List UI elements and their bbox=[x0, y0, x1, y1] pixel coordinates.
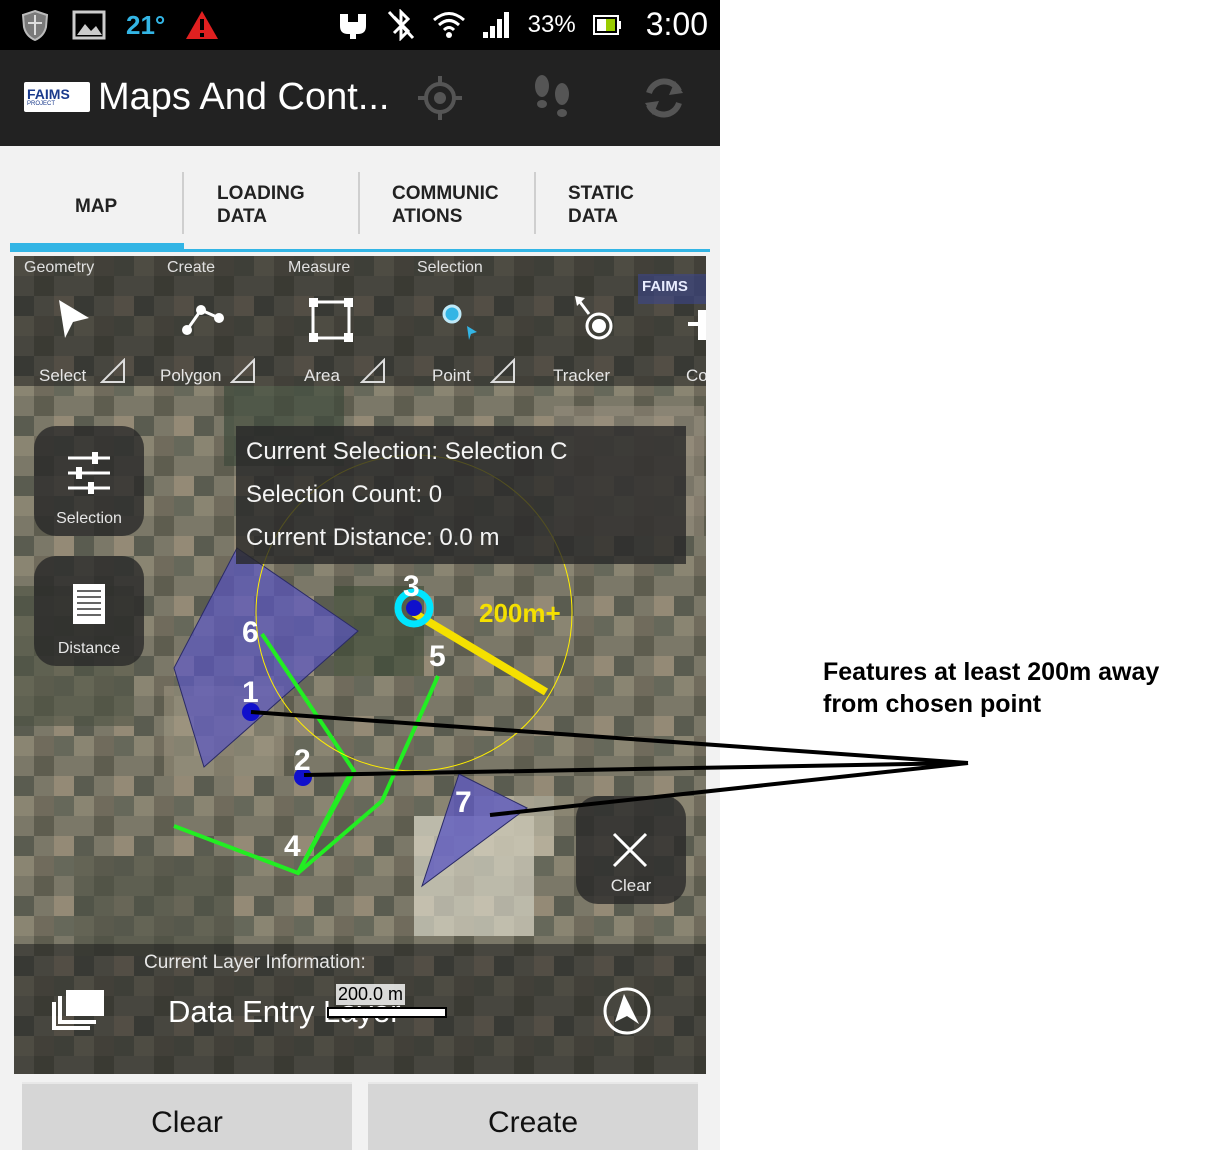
list-icon bbox=[73, 584, 105, 624]
selection-button-label: Selection bbox=[56, 510, 122, 527]
clear-button[interactable]: Clear bbox=[22, 1082, 352, 1150]
footsteps-icon[interactable] bbox=[526, 72, 578, 124]
tool-config[interactable]: Co bbox=[664, 294, 706, 386]
tab-map-label: MAP bbox=[75, 196, 118, 217]
app-title: Maps And Cont... bbox=[98, 76, 390, 118]
tool-polygon-label: Polygon bbox=[160, 366, 222, 385]
map-clear-button[interactable]: Clear bbox=[576, 796, 686, 904]
scale-bar: 200.0 m bbox=[326, 982, 448, 1020]
sliders-icon bbox=[68, 452, 110, 494]
tool-tracker[interactable]: Tracker bbox=[538, 294, 648, 386]
image-icon bbox=[72, 8, 106, 42]
create-button[interactable]: Create bbox=[368, 1082, 698, 1150]
current-distance-text: Current Distance: 0.0 m bbox=[246, 524, 500, 551]
corner-triangle-icon bbox=[490, 358, 515, 383]
wifi-icon bbox=[432, 8, 466, 42]
tracker-icon bbox=[575, 296, 613, 340]
map-clear-label: Clear bbox=[610, 876, 652, 895]
distance-button[interactable]: Distance bbox=[34, 556, 144, 666]
corner-triangle-icon bbox=[100, 358, 125, 383]
tool-tracker-label: Tracker bbox=[553, 366, 610, 385]
annotation-line2: from chosen point bbox=[823, 690, 1042, 718]
faims-watermark: FAIMS bbox=[638, 274, 706, 304]
tab-underline bbox=[184, 249, 360, 252]
pointer-icon bbox=[59, 300, 89, 338]
signal-icon bbox=[480, 8, 514, 42]
map-view[interactable]: 1 2 3 4 5 6 7 200m+ Geometry Create Meas… bbox=[14, 256, 706, 1074]
config-icon bbox=[688, 310, 706, 340]
gps-target-icon[interactable] bbox=[414, 72, 466, 124]
tool-area-label: Area bbox=[304, 366, 340, 385]
battery-percent: 33% bbox=[527, 10, 576, 38]
tool-select-label: Select bbox=[39, 366, 87, 385]
tool-point-label: Point bbox=[432, 366, 471, 385]
tool-select[interactable]: Select bbox=[18, 294, 128, 386]
close-icon bbox=[612, 832, 648, 868]
logo-text: FAIMS bbox=[27, 86, 70, 102]
tab-communications-label: COMMUNIC ATIONS bbox=[392, 183, 499, 227]
layers-icon[interactable] bbox=[50, 988, 106, 1034]
tab-static-data-label: STATIC DATA bbox=[568, 183, 634, 227]
polygon-icon bbox=[182, 305, 224, 335]
action-bar: FAIMS PROJECT Maps And Cont... bbox=[0, 50, 720, 146]
corner-triangle-icon bbox=[230, 358, 255, 383]
selection-info-panel: Current Selection: Selection C Selection… bbox=[236, 426, 686, 564]
toolbar-header-measure: Measure bbox=[288, 259, 351, 276]
tool-polygon[interactable]: Polygon bbox=[148, 294, 258, 386]
area-icon bbox=[309, 298, 353, 342]
point-icon bbox=[442, 304, 477, 340]
distance-button-label: Distance bbox=[57, 640, 121, 657]
toolbar-header-selection: Selection bbox=[417, 259, 483, 276]
phone-screen: 21° 33% 3:00 FAIMS PROJECT Maps And Cont… bbox=[0, 0, 720, 1150]
compass-icon[interactable] bbox=[602, 986, 652, 1036]
tool-area[interactable]: Area bbox=[278, 294, 388, 386]
tab-static-data[interactable]: STATIC DATA bbox=[536, 172, 710, 252]
annotation-callout: Features at least 200m away from chosen … bbox=[823, 656, 1213, 720]
tab-underline bbox=[536, 249, 710, 252]
tab-communications[interactable]: COMMUNIC ATIONS bbox=[360, 172, 536, 252]
battery-icon bbox=[590, 8, 624, 42]
selection-button[interactable]: Selection bbox=[34, 426, 144, 536]
map-toolbar: Geometry Create Measure Selection Select… bbox=[14, 256, 706, 386]
annotation-line1: Features at least 200m away bbox=[823, 658, 1160, 686]
tab-map[interactable]: MAP bbox=[10, 172, 184, 252]
tab-loading-data-label: LOADING DATA bbox=[217, 183, 305, 227]
status-bar: 21° 33% 3:00 bbox=[0, 0, 720, 50]
tool-point[interactable]: Point bbox=[408, 294, 518, 386]
corner-triangle-icon bbox=[360, 358, 385, 383]
toolbar-header-geometry: Geometry bbox=[24, 259, 95, 276]
shield-icon bbox=[18, 8, 52, 42]
current-selection-text: Current Selection: Selection C bbox=[246, 438, 568, 465]
selection-count-text: Selection Count: 0 bbox=[246, 481, 443, 508]
bluetooth-off-icon bbox=[384, 8, 418, 42]
tab-indicator bbox=[10, 243, 184, 252]
warning-icon bbox=[185, 8, 219, 42]
tab-bar: MAP LOADING DATA COMMUNIC ATIONS STATIC … bbox=[10, 172, 710, 252]
tool-config-label: Co bbox=[686, 366, 706, 385]
tab-loading-data[interactable]: LOADING DATA bbox=[184, 172, 360, 252]
faims-logo: FAIMS PROJECT bbox=[24, 82, 90, 112]
toolbar-header-create: Create bbox=[167, 259, 216, 276]
layer-info-heading: Current Layer Information: bbox=[144, 952, 366, 973]
layer-info-bar: Current Layer Information: Data Entry La… bbox=[14, 944, 706, 1074]
temperature-text: 21° bbox=[126, 9, 166, 40]
clock: 3:00 bbox=[645, 6, 708, 42]
usb-icon bbox=[336, 8, 370, 42]
scale-text: 200.0 m bbox=[336, 984, 406, 1005]
tab-underline bbox=[360, 249, 536, 252]
sync-icon[interactable] bbox=[638, 72, 690, 124]
